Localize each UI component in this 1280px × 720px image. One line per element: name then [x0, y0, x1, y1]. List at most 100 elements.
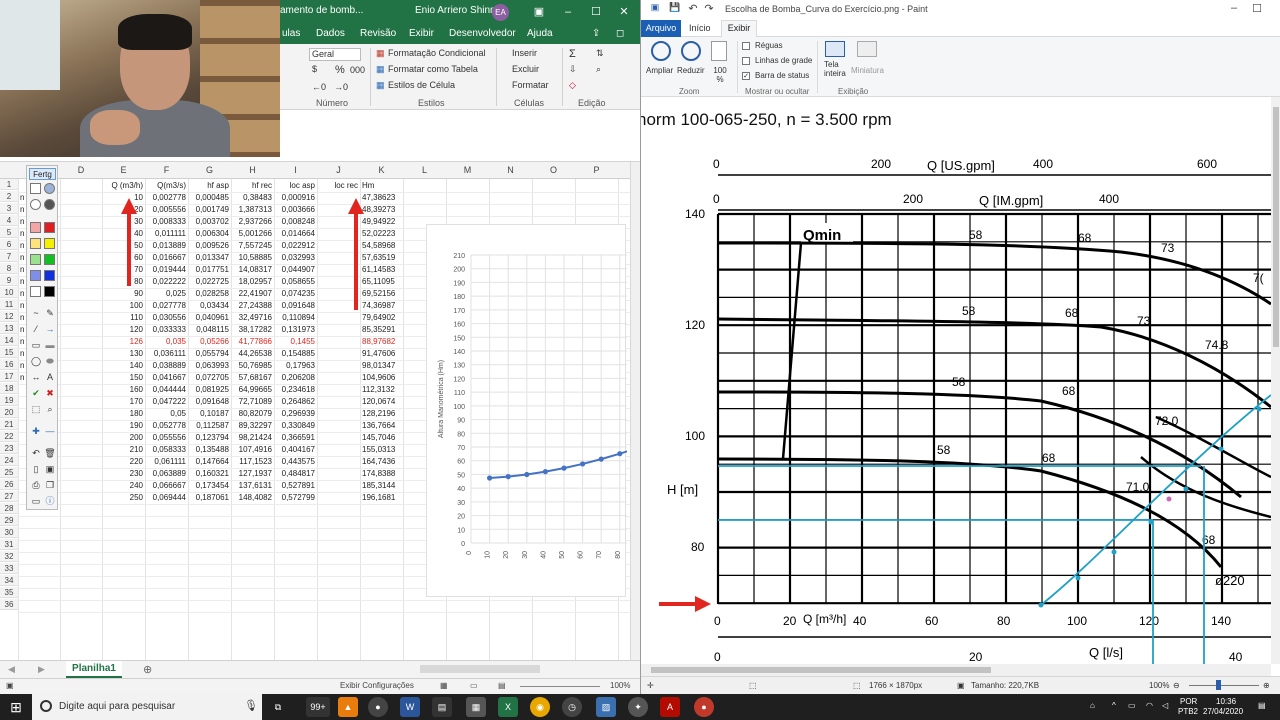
table-cell[interactable]: 0,404167: [274, 444, 317, 455]
color-swatch[interactable]: [30, 183, 41, 194]
table-cell[interactable]: 0,38483: [231, 192, 274, 203]
table-cell[interactable]: 18,02957: [231, 276, 274, 287]
minus-icon[interactable]: —: [44, 426, 56, 437]
copy-icon[interactable]: ❐: [44, 480, 56, 491]
table-cell[interactable]: 164,7436: [360, 456, 403, 467]
table-cell[interactable]: 110: [102, 312, 145, 323]
text-tool-icon[interactable]: A: [44, 372, 56, 383]
color-swatch[interactable]: [44, 254, 55, 265]
format-button[interactable]: Formatar: [512, 80, 549, 90]
table-cell[interactable]: 107,4916: [231, 444, 274, 455]
table-cell[interactable]: 0,063993: [188, 360, 231, 371]
language-code[interactable]: POR: [1180, 697, 1197, 706]
table-cell[interactable]: 40: [102, 228, 145, 239]
table-cell[interactable]: 0,005556: [145, 204, 188, 215]
number-format-select[interactable]: Geral: [309, 48, 361, 61]
table-cell[interactable]: 0,041667: [145, 372, 188, 383]
table-cell[interactable]: 210: [102, 444, 145, 455]
taskbar-search[interactable]: Digite aqui para pesquisar 🎙: [32, 694, 262, 720]
clock-app-icon[interactable]: ◷: [562, 697, 582, 717]
file-explorer-icon[interactable]: ▤: [432, 697, 452, 717]
table-cell[interactable]: 48,39273: [360, 204, 403, 215]
keyboard-layout[interactable]: PTB2: [1178, 707, 1198, 716]
table-cell[interactable]: 155,0313: [360, 444, 403, 455]
gridlines-checkbox[interactable]: [742, 57, 750, 65]
table-cell[interactable]: 10,58885: [231, 252, 274, 263]
table-cell[interactable]: 0,05: [145, 408, 188, 419]
table-cell[interactable]: 0,123794: [188, 432, 231, 443]
vlc-icon[interactable]: ▲: [338, 697, 358, 717]
table-cell[interactable]: 230: [102, 468, 145, 479]
maximize-icon[interactable]: ☐: [584, 3, 608, 21]
table-cell[interactable]: 85,35291: [360, 324, 403, 335]
table-cell[interactable]: 128,2196: [360, 408, 403, 419]
table-cell[interactable]: 72,71089: [231, 396, 274, 407]
table-cell[interactable]: 0,001749: [188, 204, 231, 215]
tab-view[interactable]: Exibir: [409, 28, 434, 39]
normal-view-icon[interactable]: ▦: [440, 681, 448, 690]
table-cell[interactable]: 174,8388: [360, 468, 403, 479]
table-cell[interactable]: 0,002778: [145, 192, 188, 203]
table-cell[interactable]: 0,296939: [274, 408, 317, 419]
table-cell[interactable]: 0,011111: [145, 228, 188, 239]
color-swatch[interactable]: [30, 238, 41, 249]
table-cell[interactable]: 41,77866: [231, 336, 274, 347]
table-cell[interactable]: 0,206208: [274, 372, 317, 383]
notifications-icon[interactable]: ▤: [1258, 701, 1266, 710]
table-cell[interactable]: 32,49716: [231, 312, 274, 323]
table-cell[interactable]: 196,1681: [360, 492, 403, 503]
table-cell[interactable]: 0,040961: [188, 312, 231, 323]
resize-icon[interactable]: ↔: [30, 372, 42, 383]
table-cell[interactable]: 0,147664: [188, 456, 231, 467]
paint-vertical-scrollbar[interactable]: [1271, 97, 1280, 664]
user-avatar[interactable]: EA: [492, 4, 509, 21]
tab-file[interactable]: Arquivo: [641, 20, 681, 37]
table-cell[interactable]: 89,32297: [231, 420, 274, 431]
table-cell[interactable]: 0,016667: [145, 252, 188, 263]
table-cell[interactable]: 64,99665: [231, 384, 274, 395]
table-cell[interactable]: 0,066667: [145, 480, 188, 491]
table-cell[interactable]: 65,11095: [360, 276, 403, 287]
table-cell[interactable]: 0,081925: [188, 384, 231, 395]
wifi-icon[interactable]: ◠: [1146, 701, 1153, 710]
table-cell[interactable]: 185,3144: [360, 480, 403, 491]
table-cell[interactable]: 0,17963: [274, 360, 317, 371]
plus-icon[interactable]: ✚: [30, 426, 42, 437]
filled-rect-icon[interactable]: ▬: [44, 340, 56, 351]
table-cell[interactable]: 0,055794: [188, 348, 231, 359]
excel-chart[interactable]: 0 10 20 30 40 50 60 70 80 90 100 110 120 130 140 150 160…: [426, 224, 627, 597]
table-cell[interactable]: 0,044907: [274, 264, 317, 275]
tab-data[interactable]: Dados: [316, 28, 345, 39]
windows-start-icon[interactable]: ⊞: [0, 694, 32, 720]
table-cell[interactable]: 1,387313: [231, 204, 274, 215]
table-cell[interactable]: 0,069444: [145, 492, 188, 503]
clock-date[interactable]: 27/04/2020: [1203, 707, 1243, 716]
tray-icon[interactable]: ⌂: [1090, 701, 1095, 710]
zoom-level[interactable]: 100%: [610, 681, 630, 690]
minimize-icon[interactable]: –: [556, 3, 580, 21]
obs-icon[interactable]: ●: [368, 697, 388, 717]
table-cell[interactable]: 70: [102, 264, 145, 275]
close-icon[interactable]: ✕: [612, 3, 636, 21]
delete-button[interactable]: Excluir: [512, 64, 539, 74]
info-icon[interactable]: ⓘ: [44, 496, 56, 507]
zoom-out-button[interactable]: ⊖: [1173, 681, 1180, 690]
table-cell[interactable]: 0,017751: [188, 264, 231, 275]
color-swatch[interactable]: [44, 222, 55, 233]
select-icon[interactable]: ⬚: [30, 404, 42, 415]
page-layout-icon[interactable]: ▭: [470, 681, 478, 690]
table-cell[interactable]: 38,17282: [231, 324, 274, 335]
table-cell[interactable]: 69,52156: [360, 288, 403, 299]
sort-filter-icon[interactable]: ⇅: [596, 48, 604, 59]
table-cell[interactable]: 148,4082: [231, 492, 274, 503]
table-cell[interactable]: 127,1937: [231, 468, 274, 479]
format-table-button[interactable]: Formatar como Tabela: [388, 64, 478, 74]
table-cell[interactable]: 49,94922: [360, 216, 403, 227]
check-icon[interactable]: ✔: [30, 388, 42, 399]
zoom-select-icon[interactable]: ⌕: [44, 404, 56, 415]
maximize-icon[interactable]: ☐: [1245, 2, 1269, 18]
table-cell[interactable]: 0,091648: [188, 396, 231, 407]
table-cell[interactable]: 0,058333: [145, 444, 188, 455]
table-cell[interactable]: 137,6131: [231, 480, 274, 491]
tab-formulas[interactable]: ulas: [282, 28, 300, 39]
